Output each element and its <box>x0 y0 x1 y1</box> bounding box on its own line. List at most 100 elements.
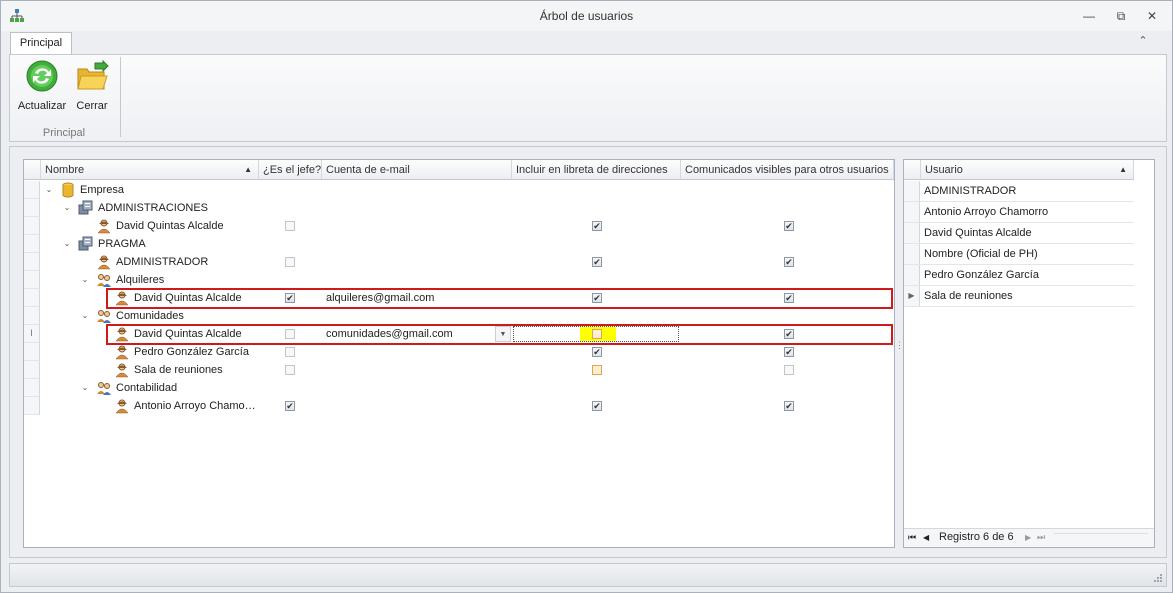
last-record-icon[interactable]: ⏭ <box>1037 529 1045 546</box>
column-header-nombre[interactable]: Nombre ▲ <box>41 160 259 180</box>
row-indicator[interactable] <box>904 181 920 201</box>
row-indicator[interactable] <box>24 199 40 217</box>
user-name: David Quintas Alcalde <box>924 227 1032 239</box>
row-indicator[interactable] <box>904 265 920 285</box>
highlight-box <box>106 288 893 309</box>
visible-checkbox[interactable]: ✔ <box>784 257 794 267</box>
user-name: Antonio Arroyo Chamorro <box>924 206 1049 218</box>
visible-checkbox[interactable] <box>784 365 794 375</box>
list-item[interactable]: ADMINISTRADOR <box>904 181 1134 202</box>
expand-toggle-icon[interactable]: ⌄ <box>62 203 72 213</box>
column-header-jefe[interactable]: ¿Es el jefe? <box>259 160 322 180</box>
list-item[interactable]: Nombre (Oficial de PH) <box>904 244 1134 265</box>
expand-toggle-icon[interactable]: ⌄ <box>62 239 72 249</box>
collapse-ribbon-icon[interactable]: ⌃ <box>1135 34 1151 50</box>
user-icon <box>115 345 129 360</box>
users-group-icon <box>97 382 111 395</box>
row-indicator[interactable]: ▶ <box>904 286 920 306</box>
row-indicator[interactable] <box>24 379 40 397</box>
addressbook-checkbox[interactable]: ✔ <box>592 347 602 357</box>
node-icon-wrap <box>114 398 130 414</box>
window: Árbol de usuarios — ⧉ ✕ Principal ⌃ Actu… <box>0 0 1173 593</box>
user-tree-grid[interactable]: Nombre ▲ ¿Es el jefe? Cuenta de e-mail I… <box>23 159 895 548</box>
horizontal-scrollbar[interactable] <box>1054 533 1148 543</box>
node-name: Alquileres <box>116 274 165 286</box>
row-indicator[interactable] <box>24 361 40 379</box>
refresh-label: Actualizar <box>17 100 67 112</box>
row-indicator[interactable] <box>24 271 40 289</box>
addressbook-checkbox[interactable]: ✔ <box>592 221 602 231</box>
node-icon-wrap <box>114 362 130 378</box>
column-header-comunicados[interactable]: Comunicados visibles para otros usuarios <box>681 160 894 180</box>
column-header-libreta[interactable]: Incluir en libreta de direcciones <box>512 160 681 180</box>
addressbook-checkbox[interactable] <box>592 365 602 375</box>
boss-checkbox[interactable] <box>285 257 295 267</box>
row-indicator[interactable] <box>24 289 40 307</box>
row-indicator[interactable] <box>904 223 920 243</box>
close-label: Cerrar <box>76 100 108 112</box>
row-indicator[interactable] <box>904 202 920 222</box>
ribbon-panel: Actualizar Cerrar <box>9 54 1167 142</box>
row-indicator[interactable]: I <box>24 325 40 343</box>
ribbon-group-label: Principal <box>42 127 86 139</box>
boss-checkbox[interactable] <box>285 365 295 375</box>
node-name: Antonio Arroyo Chamo… <box>134 400 255 412</box>
row-indicator[interactable] <box>24 181 40 199</box>
expand-toggle-icon[interactable]: ⌄ <box>80 311 90 321</box>
node-name: David Quintas Alcalde <box>116 220 224 232</box>
addressbook-checkbox[interactable]: ✔ <box>592 257 602 267</box>
ribbon-group-divider <box>120 57 121 137</box>
visible-checkbox[interactable]: ✔ <box>784 221 794 231</box>
first-record-icon[interactable]: ⏮ <box>908 529 916 546</box>
row-indicator[interactable] <box>24 307 40 325</box>
row-indicator-header <box>24 160 41 180</box>
status-bar <box>9 563 1167 587</box>
visible-checkbox[interactable]: ✔ <box>784 401 794 411</box>
expand-toggle-icon[interactable]: ⌄ <box>80 275 90 285</box>
list-item[interactable]: Pedro González García <box>904 265 1134 286</box>
list-item[interactable]: ▶ Sala de reuniones <box>904 286 1134 307</box>
user-name: Pedro González García <box>924 269 1039 281</box>
addressbook-checkbox[interactable]: ✔ <box>592 401 602 411</box>
user-icon <box>115 399 129 414</box>
user-list-grid[interactable]: Usuario ▲ ADMINISTRADOR Antonio Arroyo Ch… <box>903 159 1155 548</box>
column-header-usuario[interactable]: Usuario ▲ <box>921 160 1134 180</box>
minimize-button[interactable]: — <box>1078 7 1100 25</box>
node-icon-wrap <box>78 236 94 252</box>
row-indicator[interactable] <box>24 235 40 253</box>
row-indicator[interactable] <box>24 253 40 271</box>
row-indicator[interactable] <box>24 217 40 235</box>
boss-checkbox[interactable] <box>285 221 295 231</box>
close-button[interactable]: ✕ <box>1141 7 1163 25</box>
node-name: Pedro González García <box>134 346 249 358</box>
boss-checkbox[interactable] <box>285 347 295 357</box>
boss-checkbox[interactable]: ✔ <box>285 401 295 411</box>
column-header-email[interactable]: Cuenta de e-mail <box>322 160 512 180</box>
resize-grip-icon[interactable] <box>1153 573 1163 583</box>
next-record-icon[interactable]: ▶ <box>1025 529 1031 546</box>
user-icon <box>97 255 111 270</box>
node-name: PRAGMA <box>98 238 146 250</box>
visible-checkbox[interactable]: ✔ <box>784 347 794 357</box>
splitter-handle[interactable]: ⋮ <box>895 341 904 362</box>
database-icon <box>62 182 74 198</box>
row-indicator[interactable] <box>24 397 40 415</box>
tab-principal[interactable]: Principal <box>10 32 72 55</box>
refresh-button[interactable]: Actualizar <box>16 59 68 112</box>
row-indicator[interactable] <box>904 244 920 264</box>
node-icon-wrap <box>96 254 112 270</box>
column-header-label: Nombre <box>45 164 85 176</box>
node-icon-wrap <box>96 380 112 396</box>
highlight-box <box>106 324 893 345</box>
close-form-button[interactable]: Cerrar <box>72 59 112 112</box>
expand-toggle-icon[interactable]: ⌄ <box>80 383 90 393</box>
list-item[interactable]: Antonio Arroyo Chamorro <box>904 202 1134 223</box>
users-group-icon <box>97 310 111 323</box>
expand-toggle-icon[interactable]: ⌄ <box>44 185 54 195</box>
list-item[interactable]: David Quintas Alcalde <box>904 223 1134 244</box>
node-icon-wrap <box>96 218 112 234</box>
restore-button[interactable]: ⧉ <box>1110 7 1132 25</box>
row-indicator[interactable] <box>24 343 40 361</box>
node-name: Comunidades <box>116 310 184 322</box>
previous-record-icon[interactable]: ◀ <box>923 529 929 546</box>
